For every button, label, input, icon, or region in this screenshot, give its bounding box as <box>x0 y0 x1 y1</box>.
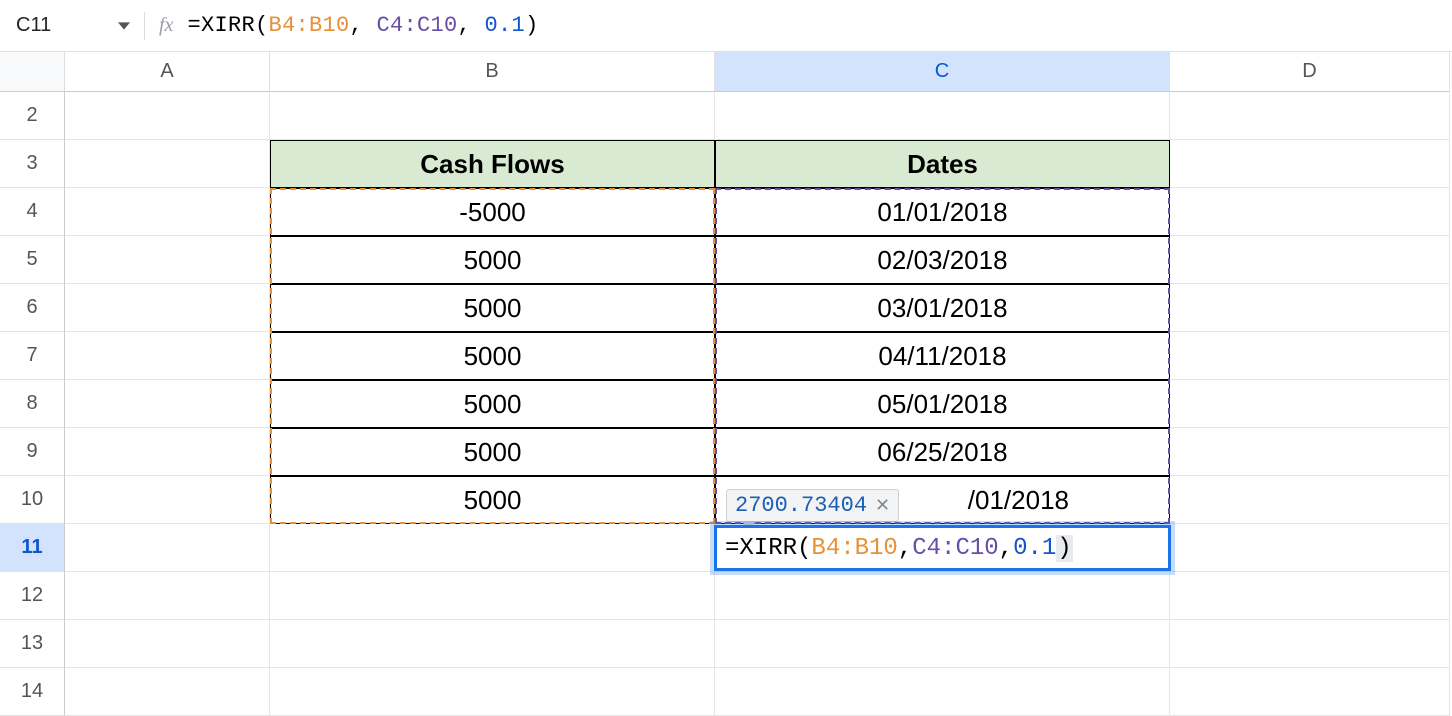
cell-B5[interactable]: 5000 <box>270 236 715 284</box>
col-header-A[interactable]: A <box>65 52 270 92</box>
cell-B4[interactable]: -5000 <box>270 188 715 236</box>
row-header-4[interactable]: 4 <box>0 188 65 236</box>
cell-D9[interactable] <box>1170 428 1450 476</box>
cell-C13[interactable] <box>715 620 1170 668</box>
cell-C8[interactable]: 05/01/2018 <box>715 380 1170 428</box>
cell-B9[interactable]: 5000 <box>270 428 715 476</box>
row-header-3[interactable]: 3 <box>0 140 65 188</box>
formula-result-value: 2700.73404 <box>735 493 867 518</box>
cell-C5[interactable]: 02/03/2018 <box>715 236 1170 284</box>
spreadsheet-grid[interactable]: A B C D 2 3 Cash Flows Dates 4 -5000 01/… <box>0 52 1452 716</box>
close-icon[interactable]: ✕ <box>875 495 890 516</box>
fx-icon[interactable]: fx <box>159 14 173 37</box>
formula-result-tooltip: 2700.73404 ✕ <box>726 489 899 522</box>
cell-B3[interactable]: Cash Flows <box>270 140 715 188</box>
row-header-12[interactable]: 12 <box>0 572 65 620</box>
cell-A9[interactable] <box>65 428 270 476</box>
column-headers: A B C D <box>0 52 1452 92</box>
cell-B12[interactable] <box>270 572 715 620</box>
formula-fn: XIRR <box>201 13 255 38</box>
row-header-2[interactable]: 2 <box>0 92 65 140</box>
cell-D2[interactable] <box>1170 92 1450 140</box>
row-header-8[interactable]: 8 <box>0 380 65 428</box>
cell-C14[interactable] <box>715 668 1170 716</box>
formula-guess: 0.1 <box>485 13 526 38</box>
dropdown-icon[interactable] <box>118 20 130 32</box>
cell-A11[interactable] <box>65 524 270 572</box>
cell-B10[interactable]: 5000 <box>270 476 715 524</box>
col-header-C[interactable]: C <box>715 52 1170 92</box>
row-header-7[interactable]: 7 <box>0 332 65 380</box>
cell-C9[interactable]: 06/25/2018 <box>715 428 1170 476</box>
formula-input[interactable]: =XIRR(B4:B10, C4:C10, 0.1) <box>187 13 538 38</box>
cell-B7[interactable]: 5000 <box>270 332 715 380</box>
cell-C3[interactable]: Dates <box>715 140 1170 188</box>
cell-D14[interactable] <box>1170 668 1450 716</box>
rows-container: 2 3 Cash Flows Dates 4 -5000 01/01/2018 … <box>0 92 1452 716</box>
name-box[interactable]: C11 <box>8 10 138 41</box>
formula-range1: B4:B10 <box>268 13 349 38</box>
cell-A4[interactable] <box>65 188 270 236</box>
cell-B14[interactable] <box>270 668 715 716</box>
cell-D7[interactable] <box>1170 332 1450 380</box>
cell-B6[interactable]: 5000 <box>270 284 715 332</box>
cell-C2[interactable] <box>715 92 1170 140</box>
row-header-11[interactable]: 11 <box>0 524 65 572</box>
cell-A7[interactable] <box>65 332 270 380</box>
name-box-value: C11 <box>16 14 51 37</box>
cell-C12[interactable] <box>715 572 1170 620</box>
select-all-corner[interactable] <box>0 52 65 92</box>
cell-D12[interactable] <box>1170 572 1450 620</box>
row-header-13[interactable]: 13 <box>0 620 65 668</box>
cell-D6[interactable] <box>1170 284 1450 332</box>
active-cell-editor[interactable]: =XIRR(B4:B10, C4:C10, 0.1) <box>714 525 1171 571</box>
cell-A2[interactable] <box>65 92 270 140</box>
formula-bar: C11 fx =XIRR(B4:B10, C4:C10, 0.1) <box>0 0 1452 52</box>
separator <box>144 12 145 40</box>
cell-B2[interactable] <box>270 92 715 140</box>
cell-A5[interactable] <box>65 236 270 284</box>
cell-D3[interactable] <box>1170 140 1450 188</box>
col-header-D[interactable]: D <box>1170 52 1450 92</box>
cell-C6[interactable]: 03/01/2018 <box>715 284 1170 332</box>
cell-A6[interactable] <box>65 284 270 332</box>
cell-D10[interactable] <box>1170 476 1450 524</box>
row-header-9[interactable]: 9 <box>0 428 65 476</box>
cell-B8[interactable]: 5000 <box>270 380 715 428</box>
row-header-14[interactable]: 14 <box>0 668 65 716</box>
row-header-10[interactable]: 10 <box>0 476 65 524</box>
cell-D11[interactable] <box>1170 524 1450 572</box>
formula-eq: = <box>187 13 201 38</box>
cell-A3[interactable] <box>65 140 270 188</box>
cell-D13[interactable] <box>1170 620 1450 668</box>
cell-D8[interactable] <box>1170 380 1450 428</box>
cell-D5[interactable] <box>1170 236 1450 284</box>
cell-A13[interactable] <box>65 620 270 668</box>
cell-C7[interactable]: 04/11/2018 <box>715 332 1170 380</box>
cell-B11[interactable] <box>270 524 715 572</box>
cell-A10[interactable] <box>65 476 270 524</box>
row-header-6[interactable]: 6 <box>0 284 65 332</box>
col-header-B[interactable]: B <box>270 52 715 92</box>
cell-A12[interactable] <box>65 572 270 620</box>
cell-A8[interactable] <box>65 380 270 428</box>
cell-D4[interactable] <box>1170 188 1450 236</box>
cell-C4[interactable]: 01/01/2018 <box>715 188 1170 236</box>
row-header-5[interactable]: 5 <box>0 236 65 284</box>
cell-A14[interactable] <box>65 668 270 716</box>
formula-range2: C4:C10 <box>377 13 458 38</box>
cell-B13[interactable] <box>270 620 715 668</box>
